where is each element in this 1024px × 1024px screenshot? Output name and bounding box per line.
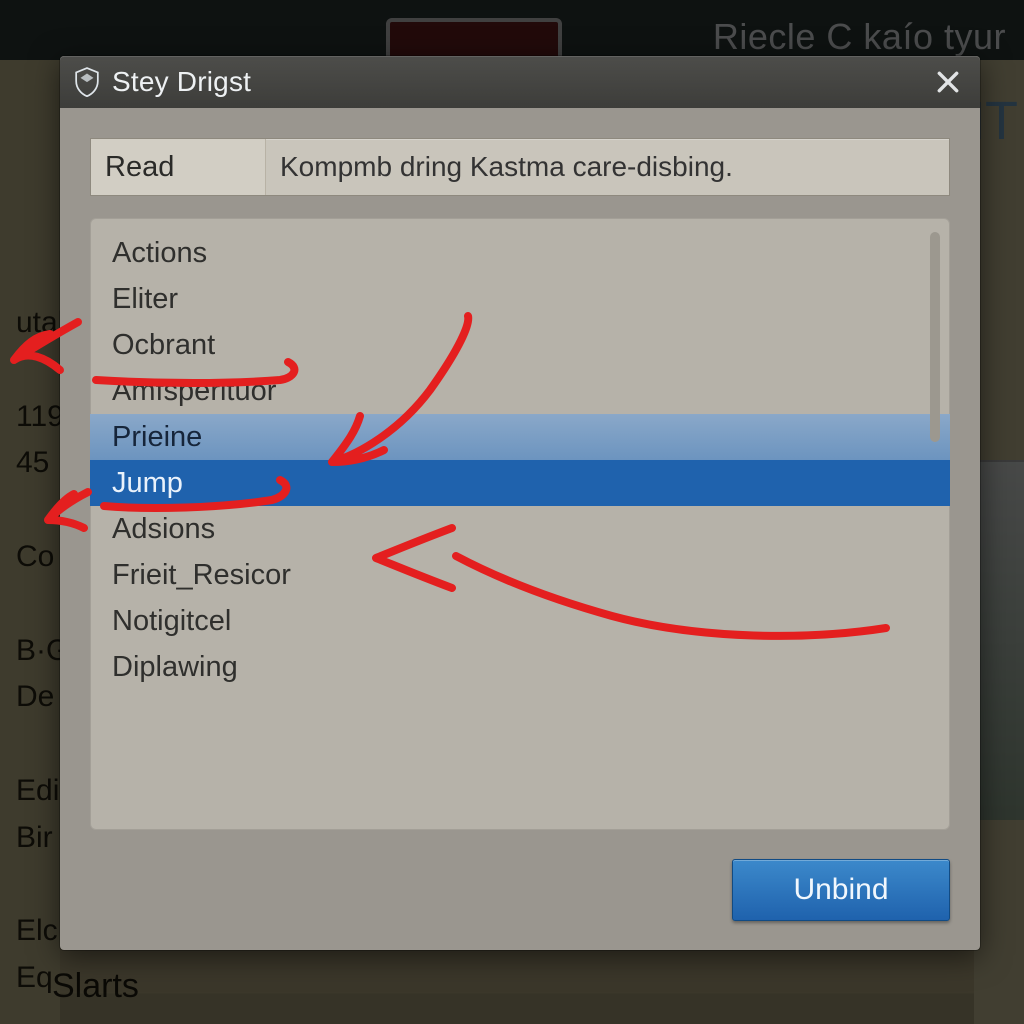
scrollbar[interactable] — [930, 232, 940, 442]
dialog-footer: Unbind — [60, 830, 980, 950]
bg-username: Riecle C kaío tyur — [713, 16, 1006, 58]
keybinding-dialog: Stey Drigst Read ActionsEliterOcbrantAmf… — [60, 56, 980, 950]
search-chip[interactable]: Read — [91, 139, 266, 195]
unbind-button[interactable]: Unbind — [732, 859, 950, 921]
dialog-header: Stey Drigst — [60, 56, 980, 108]
search-chip-label: Read — [105, 151, 174, 184]
list-item[interactable]: Frieit_Resicor — [90, 552, 950, 598]
close-button[interactable] — [930, 64, 966, 100]
list-item[interactable]: Diplawing — [90, 644, 950, 690]
action-list[interactable]: ActionsEliterOcbrantAmfsperituorPrieineJ… — [90, 218, 950, 830]
list-item[interactable]: Ocbrant — [90, 322, 950, 368]
search-bar: Read — [90, 138, 950, 196]
list-item[interactable]: Adsions — [90, 506, 950, 552]
dialog-title: Stey Drigst — [112, 66, 251, 98]
list-item[interactable]: Eliter — [90, 276, 950, 322]
search-input[interactable] — [266, 139, 949, 195]
list-item[interactable]: Jump — [90, 460, 950, 506]
list-item[interactable]: Amfsperituor — [90, 368, 950, 414]
bg-bottom-left: Slarts — [52, 967, 139, 1006]
shield-icon — [74, 67, 100, 97]
close-icon — [935, 69, 961, 95]
list-item[interactable]: Actions — [90, 230, 950, 276]
list-item[interactable]: Prieine — [90, 414, 950, 460]
list-item[interactable]: Notigitcel — [90, 598, 950, 644]
